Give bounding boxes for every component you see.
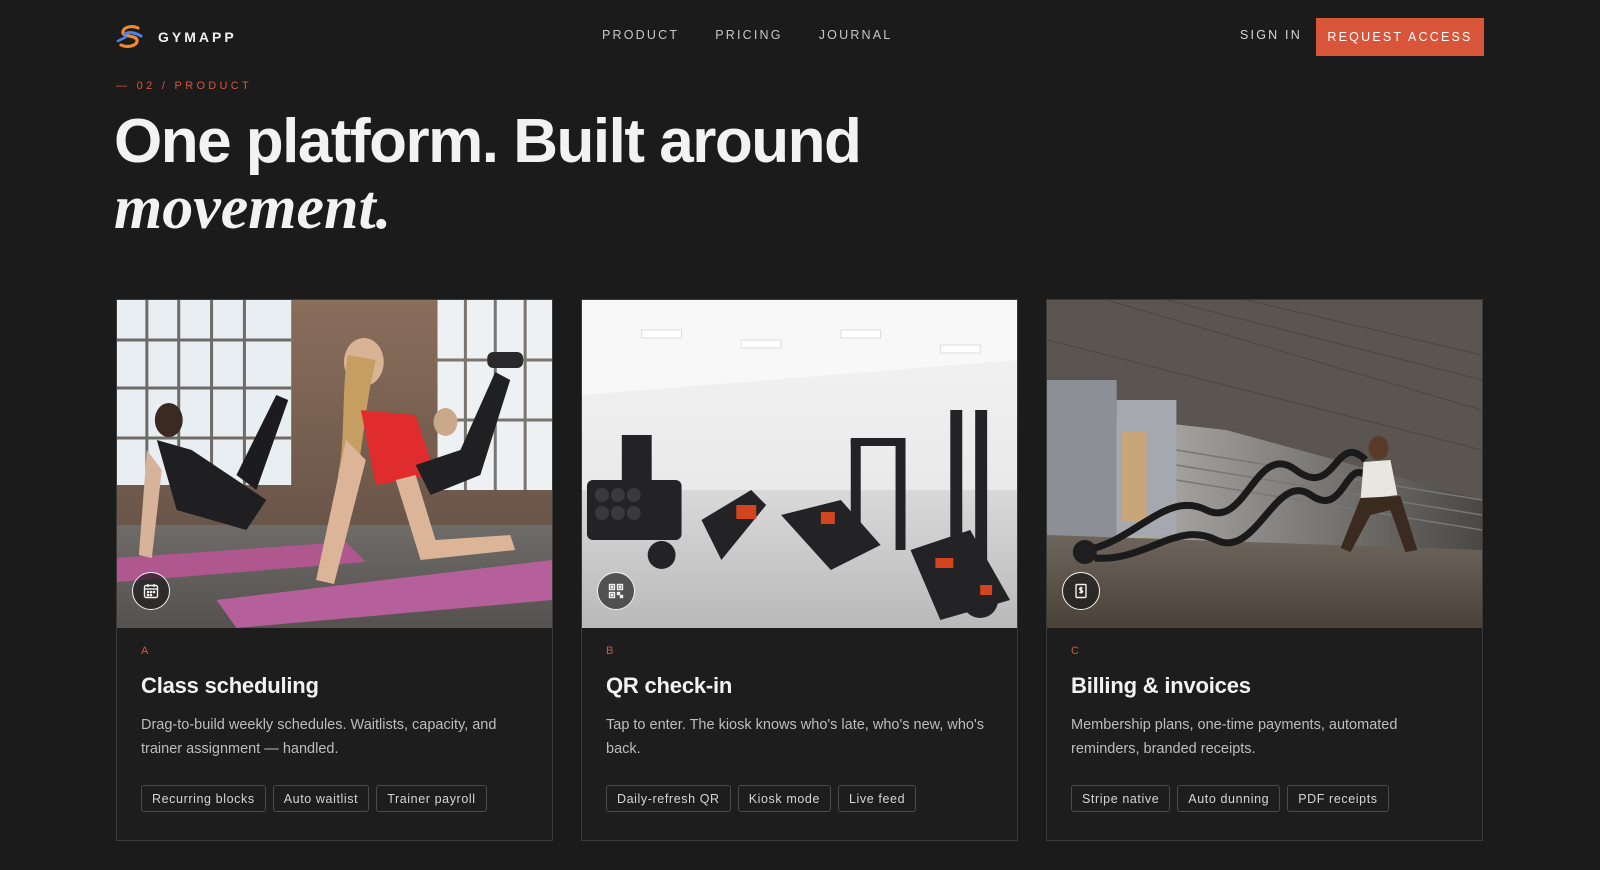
card-photo-studio (117, 300, 552, 628)
card-title: Class scheduling (141, 673, 319, 698)
card-title: QR check-in (606, 673, 733, 698)
tag-chip: Live feed (838, 785, 917, 812)
gymapp-logo-icon (116, 25, 143, 48)
tag-chip: Trainer payroll (376, 785, 487, 812)
headline-line-2: movement. (114, 174, 392, 242)
tag-chip: PDF receipts (1287, 785, 1389, 812)
page-headline: One platform. Built around movement. (114, 106, 1014, 242)
brand-logo-link[interactable]: GYMAPP (116, 24, 237, 50)
tag-chip: Daily-refresh QR (606, 785, 731, 812)
feature-card-qr-check-in[interactable]: B QR check-in Tap to enter. The kiosk kn… (581, 299, 1018, 841)
card-tags: Stripe native Auto dunning PDF receipts (1071, 785, 1389, 812)
request-access-button[interactable]: REQUEST ACCESS (1316, 18, 1484, 56)
card-body: C Billing & invoices Membership plans, o… (1071, 645, 1458, 761)
tag-chip: Kiosk mode (737, 785, 831, 812)
card-body: A Class scheduling Drag-to-build weekly … (141, 645, 528, 761)
sign-in-link[interactable]: SIGN IN (1240, 28, 1302, 42)
brand-name: GYMAPP (158, 29, 237, 45)
card-description: Membership plans, one-time payments, aut… (1071, 717, 1398, 757)
nav-link-product[interactable]: PRODUCT (602, 28, 679, 42)
invoice-dollar-icon (1062, 572, 1100, 610)
card-title: Billing & invoices (1071, 673, 1251, 698)
tag-chip: Auto waitlist (272, 785, 370, 812)
top-navigation-bar: GYMAPP PRODUCT PRICING JOURNAL SIGN IN R… (0, 0, 1600, 74)
card-photo-battle-ropes (1047, 300, 1482, 628)
card-tags: Daily-refresh QR Kiosk mode Live feed (606, 785, 917, 812)
card-index-letter: A (141, 645, 150, 657)
main-nav: PRODUCT PRICING JOURNAL (602, 28, 892, 42)
calendar-icon (132, 572, 170, 610)
section-eyebrow: — 02 / PRODUCT (116, 80, 253, 92)
card-index-letter: B (606, 645, 615, 657)
nav-link-pricing[interactable]: PRICING (715, 28, 783, 42)
card-photo-gym-floor (582, 300, 1017, 628)
tag-chip: Recurring blocks (141, 785, 266, 812)
nav-link-journal[interactable]: JOURNAL (819, 28, 893, 42)
qr-code-icon (597, 572, 635, 610)
card-description: Tap to enter. The kiosk knows who's late… (606, 717, 984, 757)
tag-chip: Stripe native (1071, 785, 1171, 812)
feature-card-billing-invoices[interactable]: C Billing & invoices Membership plans, o… (1046, 299, 1483, 841)
card-body: B QR check-in Tap to enter. The kiosk kn… (606, 645, 993, 761)
feature-card-class-scheduling[interactable]: A Class scheduling Drag-to-build weekly … (116, 299, 553, 841)
card-tags: Recurring blocks Auto waitlist Trainer p… (141, 785, 487, 812)
headline-line-1: One platform. Built around (114, 107, 862, 176)
tag-chip: Auto dunning (1177, 785, 1281, 812)
feature-cards: A Class scheduling Drag-to-build weekly … (116, 299, 1483, 841)
card-description: Drag-to-build weekly schedules. Waitlist… (141, 717, 497, 757)
card-index-letter: C (1071, 645, 1080, 657)
